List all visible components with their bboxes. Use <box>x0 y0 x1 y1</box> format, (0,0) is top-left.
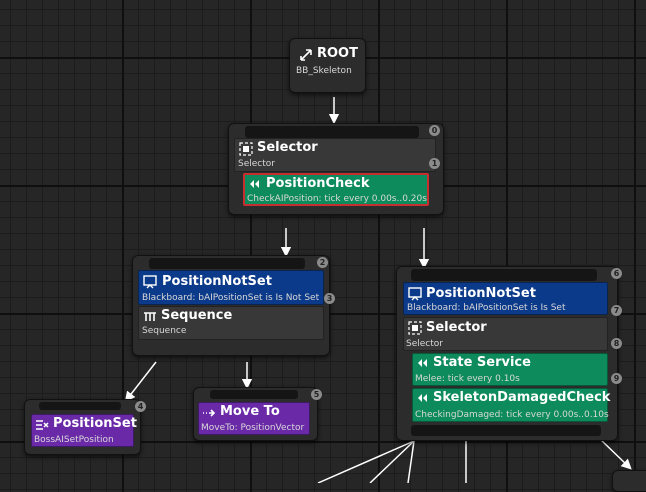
service-icon <box>418 359 427 367</box>
selector-top-title: Selector <box>257 140 318 155</box>
sequence-index-2: 3 <box>324 293 335 304</box>
position-set-subtitle: BossAISetPosition <box>34 435 114 445</box>
root-title: ROOT <box>317 46 358 61</box>
selector-top-input-pin[interactable] <box>245 126 419 138</box>
move-to-icon <box>203 409 216 417</box>
selector-right-index: 6 <box>611 268 622 279</box>
task-icon <box>36 420 49 430</box>
position-not-set-decorator[interactable]: PositionNotSet Blackboard: bAIPositionSe… <box>138 270 324 305</box>
wire-left-positionset <box>124 361 157 403</box>
position-set-index: 4 <box>135 401 146 412</box>
selector-right-title: Selector <box>426 320 487 335</box>
selector-right-index-2: 7 <box>611 305 622 316</box>
sequence-index: 2 <box>317 257 328 268</box>
sequence-input-pin[interactable] <box>149 258 305 269</box>
state-service[interactable]: State Service Melee: tick every 0.10s <box>412 353 608 386</box>
wire-right-out-1 <box>317 440 415 483</box>
position-not-set-subtitle: Blackboard: bAIPositionSet is Is Not Set <box>142 293 320 303</box>
selector-right-subtitle: Selector <box>406 339 443 349</box>
selector-top-index: 0 <box>429 125 440 136</box>
sequence-composite[interactable]: Sequence Sequence <box>138 306 324 340</box>
move-to-index: 5 <box>311 389 322 400</box>
position-set-input-pin[interactable] <box>39 402 121 410</box>
skeleton-damaged-check-subtitle: CheckingDamaged: tick every 0.00s..0.10s <box>415 410 609 420</box>
selector-right-input-pin[interactable] <box>411 269 597 281</box>
blackboard-icon <box>408 287 422 301</box>
skeleton-damaged-check-service[interactable]: SkeletonDamagedCheck CheckingDamaged: ti… <box>412 388 611 422</box>
position-check-subtitle: CheckAIPosition: tick every 0.00s..0.20s <box>247 194 427 204</box>
position-not-set-title: PositionNotSet <box>162 274 272 289</box>
position-set-title: PositionSet <box>53 416 137 431</box>
wire-right-out-3 <box>407 440 415 483</box>
selector-top-node[interactable]: 0 Selector Selector 1 PositionCheck Chec… <box>228 123 444 215</box>
position-set-task[interactable]: PositionSet BossAISetPosition <box>31 414 137 447</box>
move-to-node[interactable]: 5 Move To MoveTo: PositionVector <box>193 387 322 441</box>
position-not-set-right-subtitle: Blackboard: bAIPositionSet is Is Set <box>407 303 566 313</box>
move-to-task[interactable]: Move To MoveTo: PositionVector <box>198 402 310 435</box>
offscreen-node[interactable] <box>612 470 646 492</box>
state-service-title: State Service <box>433 355 531 370</box>
sequence-node[interactable]: 2 PositionNotSet Blackboard: bAIPosition… <box>132 255 335 356</box>
position-not-set-right-decorator[interactable]: PositionNotSet Blackboard: bAIPositionSe… <box>403 282 608 315</box>
sequence-subtitle: Sequence <box>142 326 187 336</box>
position-not-set-right-title: PositionNotSet <box>426 286 536 301</box>
sequence-icon <box>144 312 156 321</box>
selector-icon <box>408 321 422 335</box>
move-to-title: Move To <box>220 404 280 419</box>
position-check-title: PositionCheck <box>266 176 370 191</box>
selector-top-subtitle: Selector <box>238 159 275 169</box>
service-icon <box>418 394 427 402</box>
move-to-input-pin[interactable] <box>210 390 298 399</box>
selector-right-composite[interactable]: Selector Selector <box>403 317 608 351</box>
sequence-title: Sequence <box>161 308 233 323</box>
state-service-subtitle: Melee: tick every 0.10s <box>415 374 520 384</box>
root-icon <box>300 49 312 61</box>
selector-right-index-3: 8 <box>611 338 622 349</box>
decorator-icon <box>250 180 259 188</box>
selector-top-composite[interactable]: Selector Selector <box>234 138 436 172</box>
wire-right-out-2 <box>369 440 415 483</box>
selector-right-index-4: 9 <box>611 373 622 384</box>
skeleton-damaged-check-title: SkeletonDamagedCheck <box>433 390 611 405</box>
selector-right-node[interactable]: 6 PositionNotSet Blackboard: bAIPosition… <box>396 266 622 441</box>
root-subtitle: BB_Skeleton <box>296 66 352 76</box>
position-set-node[interactable]: 4 PositionSet BossAISetPosition <box>24 399 146 455</box>
root-node[interactable]: ROOT BB_Skeleton <box>289 38 366 93</box>
selector-top-index-2: 1 <box>429 158 440 169</box>
selector-icon <box>239 142 253 156</box>
selector-right-output-pin[interactable] <box>411 425 601 436</box>
position-check-decorator[interactable]: PositionCheck CheckAIPosition: tick ever… <box>243 173 429 206</box>
blackboard-icon <box>143 275 157 289</box>
wire-right-out-5 <box>599 438 632 470</box>
move-to-subtitle: MoveTo: PositionVector <box>201 423 305 433</box>
